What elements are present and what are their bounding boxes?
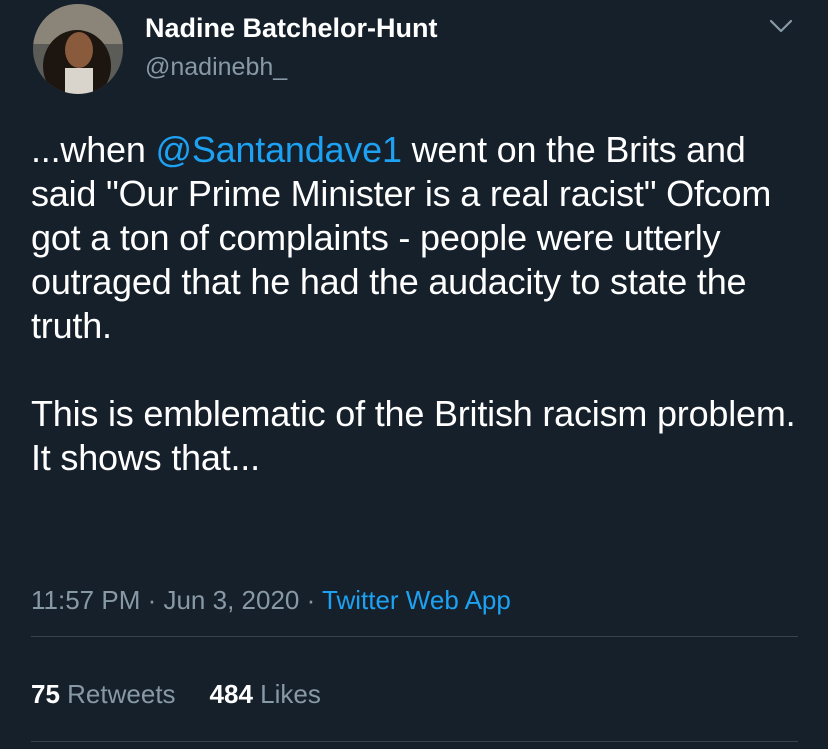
mention-link[interactable]: @Santandave1 xyxy=(155,129,402,170)
likes-count: 484 xyxy=(209,679,253,709)
divider xyxy=(31,741,798,742)
tweet-meta: 11:57 PM · Jun 3, 2020 · Twitter Web App xyxy=(31,585,511,616)
avatar-image xyxy=(33,4,123,94)
tweet-card: Nadine Batchelor-Hunt @nadinebh_ ...when… xyxy=(0,0,828,749)
tweet-date[interactable]: Jun 3, 2020 xyxy=(163,585,299,615)
tweet-paragraph: ...when @Santandave1 went on the Brits a… xyxy=(31,128,811,348)
tweet-source-link[interactable]: Twitter Web App xyxy=(322,585,511,615)
meta-separator: · xyxy=(140,585,164,615)
chevron-down-icon[interactable] xyxy=(768,16,794,36)
tweet-text-start: ...when xyxy=(31,129,156,170)
display-name[interactable]: Nadine Batchelor-Hunt xyxy=(145,13,438,44)
avatar[interactable] xyxy=(33,4,123,94)
retweets-count: 75 xyxy=(31,679,60,709)
retweets-stat[interactable]: 75 Retweets xyxy=(31,679,176,709)
tweet-time[interactable]: 11:57 PM xyxy=(31,585,140,615)
tweet-paragraph-2: This is emblematic of the British racism… xyxy=(31,393,796,478)
meta-separator: · xyxy=(299,585,322,615)
tweet-stats: 75 Retweets 484 Likes xyxy=(31,679,321,710)
user-handle[interactable]: @nadinebh_ xyxy=(145,53,287,82)
divider xyxy=(31,636,798,637)
likes-stat[interactable]: 484 Likes xyxy=(210,679,321,709)
retweets-label: Retweets xyxy=(67,679,176,709)
likes-label: Likes xyxy=(260,679,321,709)
tweet-text: ...when @Santandave1 went on the Brits a… xyxy=(31,128,811,480)
